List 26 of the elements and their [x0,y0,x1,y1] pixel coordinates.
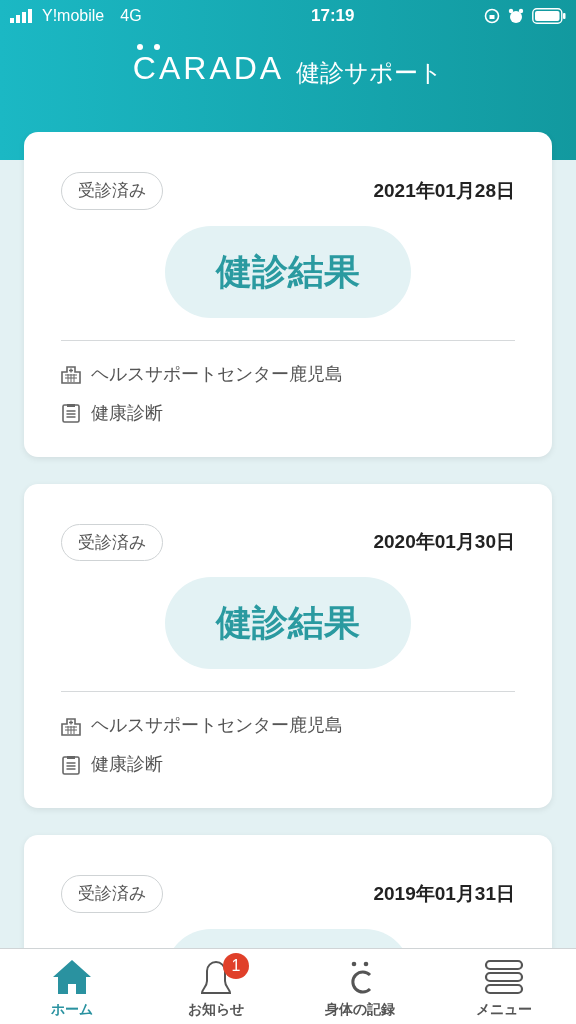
menu-icon [484,959,524,995]
clipboard-icon [61,403,81,423]
facility-name: ヘルスサポートセンター鹿児島 [91,362,343,386]
carrier-name: Y!mobile [42,6,105,26]
exam-date: 2019年01月31日 [373,881,515,906]
network-type: 4G [120,6,142,26]
tab-item[interactable]: メニュー [432,949,576,1024]
clock-time: 17:19 [311,5,355,28]
rotation-lock-icon [484,8,500,24]
tab-item[interactable]: ホーム [0,949,144,1024]
logo-dots-icon [136,44,161,50]
facility-name: ヘルスサポートセンター鹿児島 [91,714,343,737]
exam-date: 2021年01月28日 [373,178,515,203]
tab-item[interactable]: 1 お知らせ [144,949,288,1024]
exam-type: 健康診断 [91,401,163,425]
clipboard-icon [61,754,81,775]
battery-icon [532,8,566,24]
tab-item[interactable]: 身体の記録 [288,949,432,1024]
exam-date: 2020年01月30日 [373,530,515,554]
hospital-icon [61,364,81,384]
hospital-icon [61,715,81,736]
notification-badge: 1 [223,953,249,979]
home-icon [52,959,92,995]
logo-text: CARADA [132,50,285,86]
exam-type: 健康診断 [91,753,163,776]
app-title: 健診サポート [296,61,444,85]
